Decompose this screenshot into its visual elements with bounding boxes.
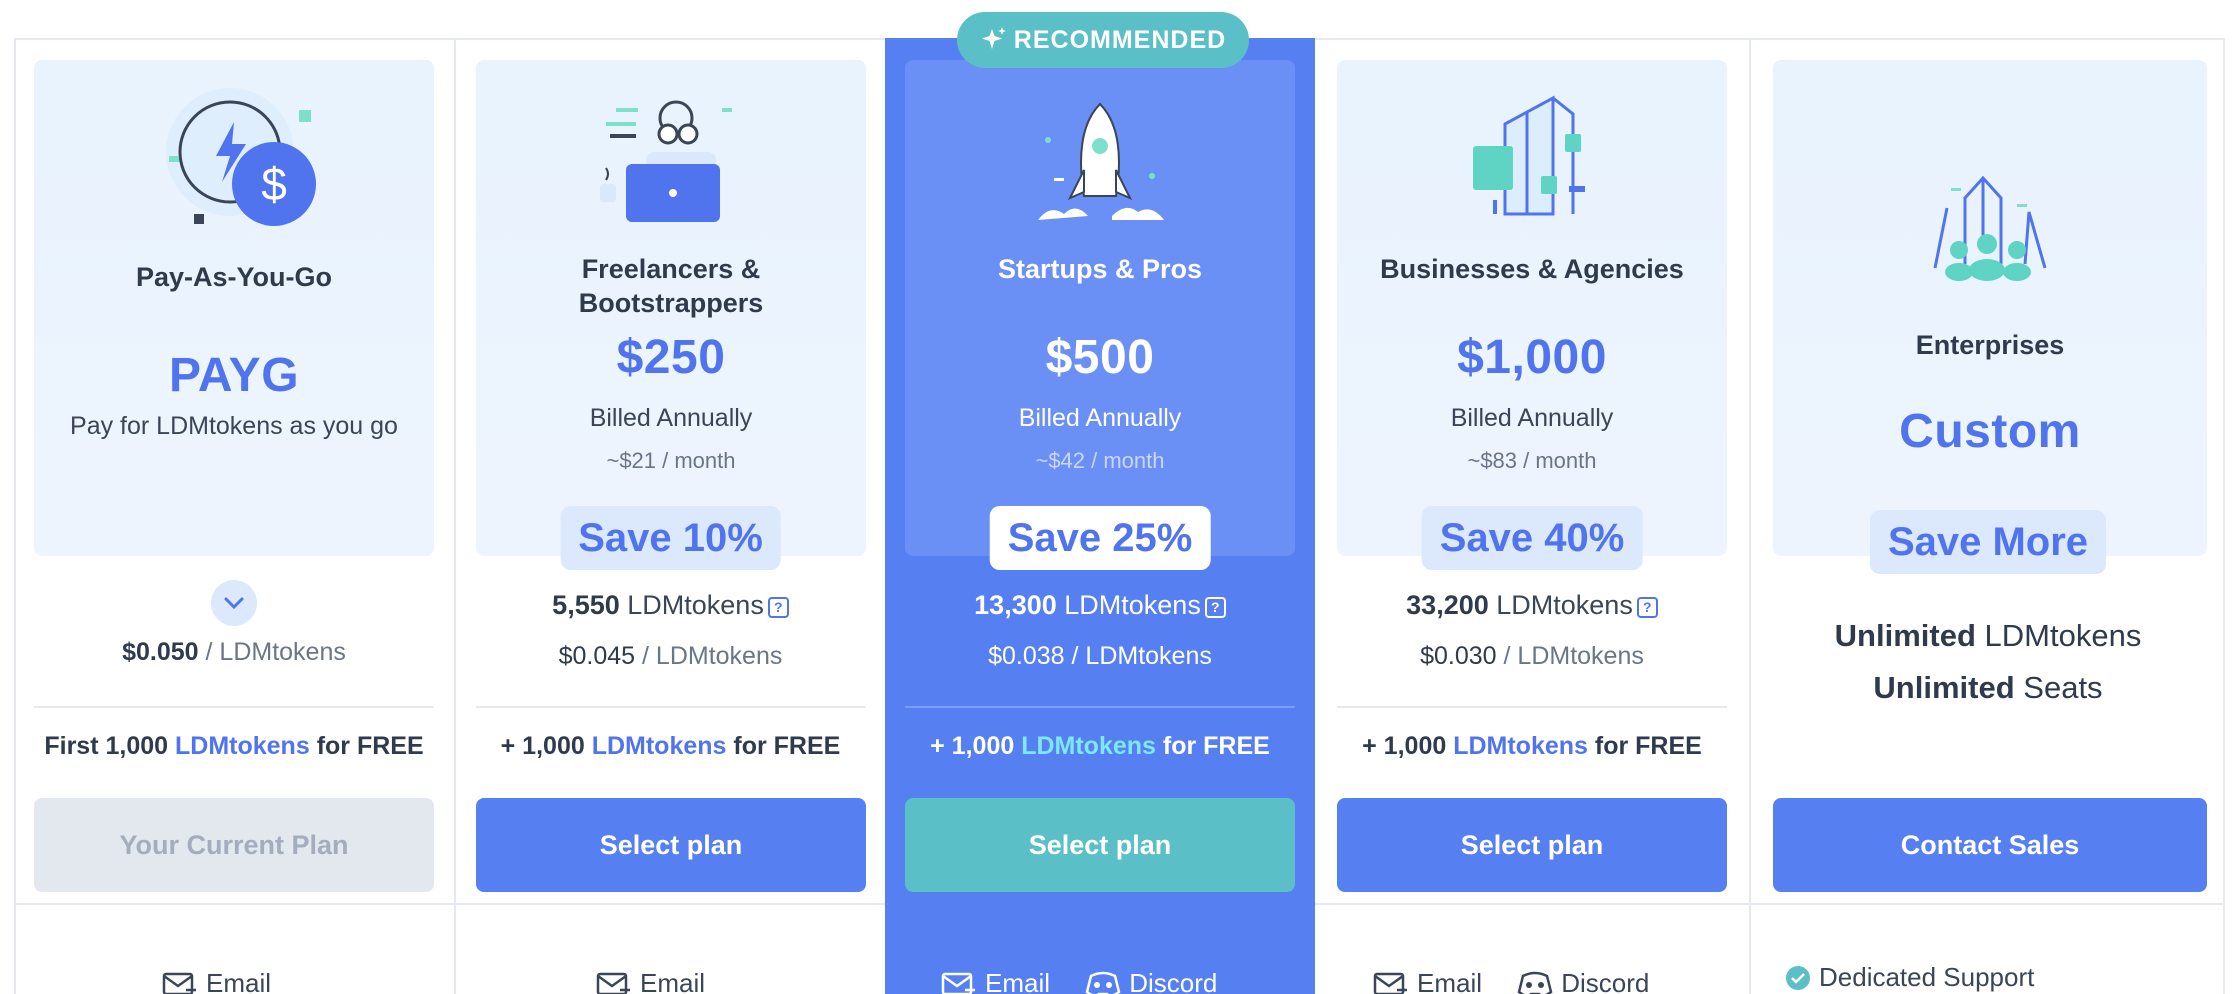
support-email: Email	[1373, 968, 1482, 994]
plan-price: $500	[1045, 331, 1155, 384]
plan-header-panel: Startups & Pros $500 Billed Annually ~$4…	[905, 60, 1295, 556]
billing-period: Billed Annually	[1018, 404, 1182, 432]
support-discord: Discord	[1517, 968, 1649, 994]
ldmtokens-link[interactable]: LDMtokens	[592, 732, 727, 760]
lightning-dollar-illustration: $	[166, 88, 316, 226]
divider	[476, 706, 866, 708]
your-current-plan-button[interactable]: Your Current Plan	[34, 798, 434, 892]
free-tokens-text: + 1,000 LDMtokens for FREE	[500, 732, 841, 760]
plan-rate: $0.030 / LDMtokens	[1420, 642, 1644, 670]
contact-sales-button[interactable]: Contact Sales	[1773, 798, 2207, 892]
free-tokens-text: + 1,000 LDMtokens for FREE	[1362, 732, 1702, 760]
support-email: Email	[596, 968, 705, 994]
question-icon[interactable]: ?	[767, 597, 789, 618]
save-badge: Save 40%	[1421, 506, 1643, 570]
divider	[1337, 706, 1727, 708]
plan-price: Custom	[1899, 405, 2081, 458]
plan-name: Businesses & Agencies	[1380, 254, 1684, 284]
buildings-illustration	[1473, 95, 1585, 216]
plan-price: $1,000	[1457, 331, 1607, 384]
unlimited-seats: Unlimited Seats	[1873, 670, 2103, 705]
save-badge: Save 25%	[989, 506, 1211, 570]
plan-rate: $0.050 / LDMtokens	[122, 638, 346, 666]
question-icon[interactable]: ?	[1204, 597, 1226, 618]
freelancer-laptop-illustration	[600, 100, 732, 222]
email-icon	[1373, 972, 1407, 994]
monthly-price: ~$83 / month	[1467, 448, 1597, 473]
billing-period: Billed Annually	[589, 404, 753, 432]
plan-name: Enterprises	[1915, 330, 2065, 360]
plan-header-panel: Businesses & Agencies $1,000 Billed Annu…	[1337, 60, 1727, 556]
support-list: Email Discord	[1373, 968, 1649, 994]
support-email: Email	[162, 968, 271, 994]
ldmtokens-link[interactable]: LDMtokens	[1021, 732, 1156, 760]
plan-rate: $0.045 / LDMtokens	[558, 642, 783, 670]
select-plan-button[interactable]: Select plan	[905, 798, 1295, 892]
plan-header-panel: Freelancers & Bootstrappers $250 Billed …	[476, 60, 866, 556]
star-sparkle-icon	[981, 27, 1006, 49]
ldmtokens-link[interactable]: LDMtokens	[1453, 732, 1588, 760]
support-list: Email	[162, 968, 271, 994]
team-illustration	[1933, 175, 2047, 281]
expand-button[interactable]	[211, 580, 257, 626]
support-list: Dedicated Support	[1785, 962, 2034, 994]
free-tokens-text: + 1,000 LDMtokens for FREE	[930, 732, 1270, 760]
highlight-divider-cover	[885, 903, 1315, 905]
divider	[34, 706, 434, 708]
monthly-price: ~$21 / month	[606, 448, 736, 473]
plan-description: Pay for LDMtokens as you go	[70, 412, 398, 440]
plan-payg: $ Pay-As-You-Go PAYG Pay for LDMtokens a…	[14, 38, 454, 994]
support-dedicated: Dedicated Support	[1785, 962, 2034, 993]
plan-header-panel: Enterprises Custom	[1773, 60, 2207, 556]
check-circle-icon	[1786, 965, 1810, 990]
divider	[905, 706, 1295, 708]
free-tokens-text: First 1,000 LDMtokens for FREE	[44, 732, 424, 760]
support-email: Email	[941, 968, 1050, 994]
recommended-badge: RECOMMENDED	[957, 12, 1249, 68]
plan-price: PAYG	[168, 349, 300, 402]
select-plan-button[interactable]: Select plan	[1337, 798, 1727, 892]
plan-rate: $0.038 / LDMtokens	[988, 642, 1212, 670]
question-icon[interactable]: ?	[1636, 597, 1658, 618]
unlimited-tokens: Unlimited LDMtokens	[1834, 618, 2142, 653]
plan-price: $250	[616, 331, 726, 384]
plan-name: Pay-As-You-Go	[135, 262, 332, 292]
chevron-down-icon	[224, 597, 244, 609]
plan-name: Startups & Pros	[997, 254, 1203, 284]
plan-header-panel: $ Pay-As-You-Go PAYG Pay for LDMtokens a…	[34, 60, 434, 626]
svg-text:$: $	[261, 158, 287, 210]
save-badge: Save 10%	[560, 506, 781, 570]
select-plan-button[interactable]: Select plan	[476, 798, 866, 892]
discord-icon	[1517, 971, 1553, 994]
plan-enterprises: Enterprises Custom Save More Unlimited L…	[1751, 38, 2225, 994]
plan-businesses: Businesses & Agencies $1,000 Billed Annu…	[1315, 38, 1749, 994]
plan-tokens: 13,300 LDMtokens?	[885, 590, 1315, 621]
email-icon	[596, 972, 630, 994]
plan-tokens: 33,200 LDMtokens?	[1315, 590, 1749, 621]
plan-tokens: 5,550 LDMtokens?	[456, 590, 885, 621]
email-icon	[162, 972, 196, 994]
support-discord: Discord	[1085, 968, 1217, 994]
support-list: Email	[596, 968, 705, 994]
save-badge: Save More	[1869, 510, 2107, 574]
plan-freelancers: Freelancers & Bootstrappers $250 Billed …	[456, 38, 885, 994]
ldmtokens-link[interactable]: LDMtokens	[175, 732, 310, 760]
rocket-illustration	[1038, 102, 1164, 220]
billing-period: Billed Annually	[1450, 404, 1614, 432]
plan-startups: Startups & Pros $500 Billed Annually ~$4…	[885, 38, 1315, 994]
discord-icon	[1085, 971, 1121, 994]
support-list: Email Discord	[941, 968, 1217, 994]
monthly-price: ~$42 / month	[1035, 448, 1165, 473]
email-icon	[941, 972, 975, 994]
plan-name: Freelancers & Bootstrappers	[578, 254, 764, 318]
